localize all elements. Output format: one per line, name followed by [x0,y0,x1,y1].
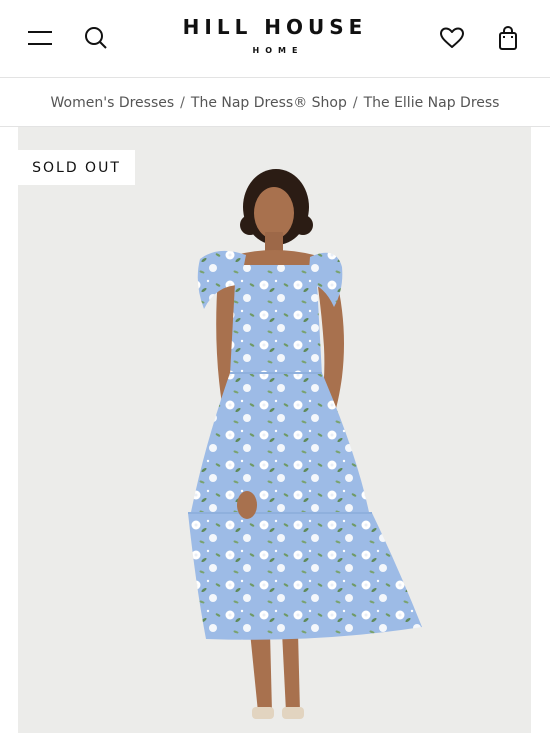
site-header: HILL HOUSE HOME [0,0,550,78]
brand-logo[interactable]: HILL HOUSE HOME [150,16,400,55]
model-in-blue-floral-dress [188,169,422,719]
breadcrumb-separator: / [352,94,358,111]
breadcrumb-ellie-nap-dress[interactable]: The Ellie Nap Dress [364,95,500,111]
search-button[interactable] [76,18,116,58]
brand-name: HILL HOUSE [182,15,368,39]
menu-icon [28,31,52,45]
breadcrumb: Women's Dresses / The Nap Dress® Shop / … [0,79,550,127]
sold-out-badge: SOLD OUT [18,150,135,185]
wishlist-button[interactable] [432,18,472,58]
heart-icon [440,27,464,48]
shopping-bag-icon [499,25,517,50]
breadcrumb-womens-dresses[interactable]: Women's Dresses [51,95,175,111]
brand-subtitle: HOME [252,46,304,55]
breadcrumb-separator: / [180,94,185,111]
search-icon [85,27,107,49]
cart-button[interactable] [488,18,528,58]
product-image[interactable]: SOLD OUT [18,127,531,733]
breadcrumb-nap-dress-shop[interactable]: The Nap Dress® Shop [191,95,347,111]
menu-button[interactable] [20,18,60,58]
